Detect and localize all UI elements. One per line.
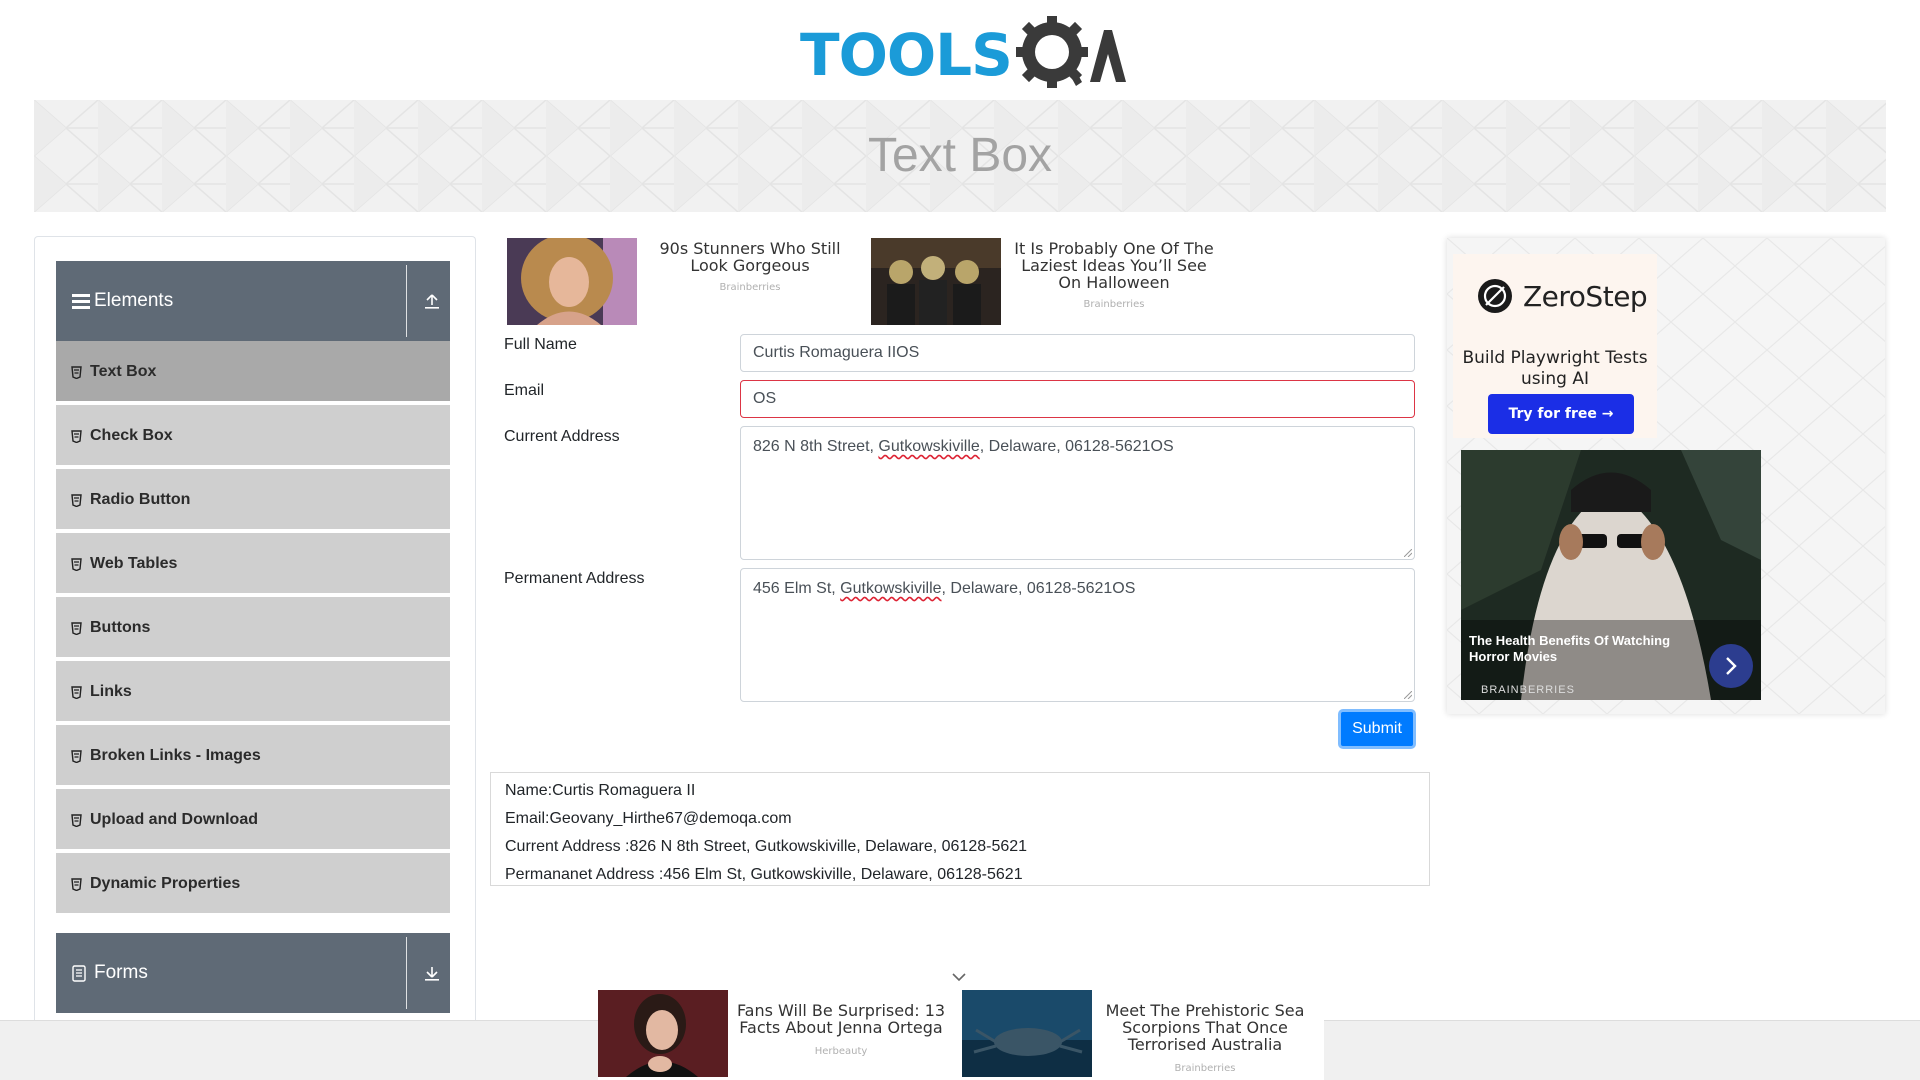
item-icon	[71, 469, 82, 531]
sidebar-item-upload-download[interactable]: Upload and Download	[56, 789, 450, 851]
ad-title: Meet The Prehistoric Sea Scorpions That …	[1105, 1001, 1305, 1054]
item-icon	[71, 661, 82, 723]
item-icon	[71, 597, 82, 659]
output-panel: Name:Curtis Romaguera II Email:Geovany_H…	[490, 772, 1430, 886]
sidebar-item-links[interactable]: Links	[56, 661, 450, 723]
misspelled-word: Gutkowskiville	[840, 580, 942, 597]
ad-source: Brainberries	[1174, 1063, 1236, 1074]
logo-text: TOOLS	[800, 21, 1013, 89]
sidebar-item-label: Text Box	[90, 363, 157, 380]
ad-title: 90s Stunners Who Still Look Gorgeous	[659, 239, 841, 275]
sidebar-item-label: Web Tables	[90, 555, 178, 572]
ad-title: Fans Will Be Surprised: 13 Facts About J…	[736, 1001, 946, 1037]
ad-card-halloween[interactable]: It Is Probably One Of The Laziest Ideas …	[871, 238, 1223, 328]
sidebar-item-buttons[interactable]: Buttons	[56, 597, 450, 659]
ad-title: It Is Probably One Of The Laziest Ideas …	[1014, 239, 1214, 292]
sidebar-item-label: Dynamic Properties	[90, 875, 241, 892]
sidebar-item-dynamic-properties[interactable]: Dynamic Properties	[56, 853, 450, 915]
right-ad-panel[interactable]: ZeroStep Build Playwright Tests using AI…	[1447, 238, 1885, 714]
ad-thumbnail-image	[871, 238, 1001, 325]
chevron-right-icon[interactable]	[1709, 644, 1753, 688]
item-icon	[71, 405, 82, 467]
ad-card-90s-stunners[interactable]: 90s Stunners Who Still Look Gorgeous Bra…	[507, 238, 859, 328]
sidebar-item-label: Buttons	[90, 619, 151, 636]
sidebar-group-elements[interactable]: Elements	[56, 261, 450, 341]
misspelled-word: Gutkowskiville	[878, 438, 980, 455]
submit-button[interactable]: Submit	[1338, 709, 1416, 749]
chevron-down-icon[interactable]	[950, 970, 968, 984]
current-address-label: Current Address	[504, 428, 620, 445]
sidebar-group-label: Forms	[94, 962, 148, 983]
zerostep-brand: ZeroStep	[1523, 279, 1648, 313]
sidebar-item-label: Upload and Download	[90, 811, 258, 828]
bottom-ads: Fans Will Be Surprised: 13 Facts About J…	[598, 990, 1324, 1080]
address-text: , Delaware, 06128-5621OS	[979, 438, 1174, 455]
address-text: 826 N 8th Street,	[753, 438, 879, 455]
page-title: Text Box	[867, 129, 1053, 182]
try-for-free-button[interactable]: Try for free →	[1488, 394, 1634, 434]
sidebar-group-label: Elements	[94, 290, 174, 311]
email-input[interactable]: OS	[740, 380, 1415, 418]
resize-grip-icon[interactable]	[1404, 549, 1412, 557]
output-current-address: Current Address :826 N 8th Street, Gutko…	[505, 838, 1028, 855]
ad-thumbnail-image	[598, 990, 728, 1077]
ad-source: Brainberries	[719, 282, 781, 293]
divider	[406, 937, 407, 1009]
ad-thumbnail-image	[507, 238, 637, 325]
current-address-textarea[interactable]: 826 N 8th Street, Gutkowskiville, Delawa…	[740, 426, 1415, 560]
divider	[406, 265, 407, 337]
address-text: , Delaware, 06128-5621OS	[941, 580, 1136, 597]
sidebar-item-web-tables[interactable]: Web Tables	[56, 533, 450, 595]
address-text: 456 Elm St,	[753, 580, 841, 597]
toolsqa-logo[interactable]: TOOLS	[800, 14, 1126, 94]
sidebar-item-label: Radio Button	[90, 491, 191, 508]
zerostep-tagline: Build Playwright Tests using AI	[1462, 348, 1648, 389]
email-label: Email	[504, 382, 545, 399]
brainberries-story-card[interactable]: The Health Benefits Of Watching Horror M…	[1461, 450, 1761, 700]
full-name-input[interactable]: Curtis Romaguera IIOS	[740, 334, 1415, 372]
zerostep-logo-icon	[1478, 279, 1512, 313]
ad-card-sea-scorpions[interactable]: Meet The Prehistoric Sea Scorpions That …	[962, 990, 1322, 1080]
item-icon	[71, 789, 82, 851]
story-title: The Health Benefits Of Watching Horror M…	[1469, 633, 1671, 664]
story-source: BRAINBERRIES	[1481, 684, 1575, 696]
logo-qa-gear-icon	[1016, 16, 1126, 88]
sidebar-item-text-box[interactable]: Text Box	[56, 341, 450, 403]
site-header: TOOLS	[0, 0, 1920, 100]
sidebar-item-broken-links[interactable]: Broken Links - Images	[56, 725, 450, 787]
ad-card-jenna-ortega[interactable]: Fans Will Be Surprised: 13 Facts About J…	[598, 990, 958, 1080]
item-icon	[71, 533, 82, 595]
zerostep-logo: ZeroStep	[1477, 278, 1648, 314]
sidebar-item-label: Broken Links - Images	[90, 747, 261, 764]
expand-download-icon[interactable]	[414, 933, 450, 1013]
page-banner: Text Box	[34, 100, 1886, 212]
ad-thumbnail-image	[962, 990, 1092, 1077]
sidebar-item-label: Links	[90, 683, 132, 700]
sidebar: Elements Text Box Check Box Radio Button…	[34, 236, 476, 1036]
sidebar-group-forms[interactable]: Forms	[56, 933, 450, 1013]
output-email: Email:Geovany_Hirthe67@demoqa.com	[505, 810, 792, 827]
resize-grip-icon[interactable]	[1404, 691, 1412, 699]
collapse-upload-icon[interactable]	[414, 261, 450, 341]
menu-bars-icon	[72, 261, 90, 341]
sidebar-item-radio-button[interactable]: Radio Button	[56, 469, 450, 531]
item-icon	[71, 341, 82, 403]
item-icon	[71, 725, 82, 787]
full-name-label: Full Name	[504, 336, 577, 353]
output-name: Name:Curtis Romaguera II	[505, 782, 696, 799]
output-permanent-address: Permananet Address :456 Elm St, Gutkowsk…	[505, 866, 1023, 883]
ad-source: Herbeauty	[814, 1046, 868, 1057]
ad-source: Brainberries	[1083, 299, 1145, 310]
sidebar-item-check-box[interactable]: Check Box	[56, 405, 450, 467]
permanent-address-label: Permanent Address	[504, 570, 645, 587]
item-icon	[71, 853, 82, 915]
sidebar-item-label: Check Box	[90, 427, 173, 444]
forms-document-icon	[72, 933, 86, 1013]
permanent-address-textarea[interactable]: 456 Elm St, Gutkowskiville, Delaware, 06…	[740, 568, 1415, 702]
